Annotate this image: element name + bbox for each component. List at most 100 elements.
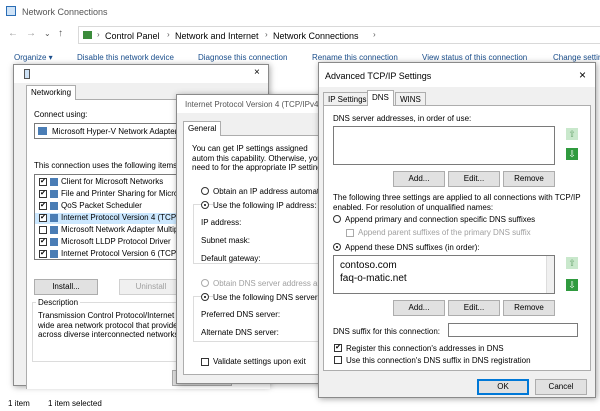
- use-suffix-label[interactable]: Use this connection's DNS suffix in DNS …: [346, 356, 531, 365]
- install-button[interactable]: Install...: [34, 279, 98, 295]
- suffix-scrollbar[interactable]: [546, 256, 554, 293]
- append-these-radio[interactable]: [333, 243, 341, 251]
- item-checkbox[interactable]: [39, 250, 47, 258]
- title-bar: Network Connections: [0, 0, 600, 24]
- use-ip-radio[interactable]: [201, 201, 209, 209]
- obtain-dns-radio[interactable]: [201, 279, 209, 287]
- properties-title-bar: ×: [14, 65, 268, 83]
- adapter-icon: [38, 127, 47, 135]
- suffix-down-icon[interactable]: ⇩: [566, 279, 578, 291]
- dns-edit-label: Edit...: [463, 174, 485, 183]
- up-icon[interactable]: ↑: [58, 28, 63, 39]
- append-parent-label[interactable]: Append parent suffixes of the primary DN…: [358, 228, 531, 237]
- item-icon: [50, 202, 58, 210]
- append-these-label[interactable]: Append these DNS suffixes (in order):: [345, 243, 480, 252]
- suffix-remove-label: Remove: [514, 303, 544, 312]
- breadcrumb-sep: ›: [167, 30, 170, 39]
- dns-suffix-label: DNS suffix for this connection:: [333, 327, 441, 336]
- breadcrumb-sep: ›: [97, 30, 100, 39]
- ip-address-label: IP address:: [201, 218, 242, 227]
- view-status-button[interactable]: View status of this connection: [422, 53, 527, 62]
- use-suffix-checkbox[interactable]: [334, 356, 342, 364]
- item-checkbox[interactable]: [39, 202, 47, 210]
- dns-suffix-input[interactable]: [448, 323, 578, 337]
- breadcrumb-network-connections[interactable]: Network Connections: [273, 31, 359, 41]
- diagnose-button[interactable]: Diagnose this connection: [198, 53, 287, 62]
- dns-add-label: Add...: [408, 174, 430, 183]
- item-checkbox[interactable]: [39, 214, 47, 222]
- connect-using-label: Connect using:: [34, 110, 88, 119]
- ipv4-title-bar: Internet Protocol Version 4 (TCP/IPv4: [177, 95, 325, 113]
- append-parent-checkbox[interactable]: [346, 229, 354, 237]
- change-settings-button[interactable]: Change setting: [553, 53, 600, 62]
- close-icon[interactable]: ×: [254, 67, 260, 78]
- cancel-button[interactable]: Cancel: [535, 379, 587, 395]
- item-icon: [50, 190, 58, 198]
- item-checkbox[interactable]: [39, 178, 47, 186]
- tab-ip-settings[interactable]: IP Settings: [323, 92, 372, 106]
- adapter-name: Microsoft Hyper-V Network Adapter #: [52, 127, 185, 136]
- organize-menu[interactable]: Organize ▾: [14, 53, 53, 62]
- disable-device-button[interactable]: Disable this network device: [77, 53, 174, 62]
- item-label: Microsoft LLDP Protocol Driver: [61, 237, 171, 246]
- item-checkbox[interactable]: [39, 238, 47, 246]
- suffix-item[interactable]: contoso.com: [340, 260, 397, 271]
- move-up-icon[interactable]: ⇧: [566, 128, 578, 140]
- item-label: Client for Microsoft Networks: [61, 177, 164, 186]
- register-label[interactable]: Register this connection's addresses in …: [346, 344, 504, 353]
- append-primary-radio[interactable]: [333, 215, 341, 223]
- tab-wins[interactable]: WINS: [395, 92, 426, 106]
- suffix-add-button[interactable]: Add...: [393, 300, 445, 316]
- tab-networking[interactable]: Networking: [26, 85, 77, 100]
- control-panel-icon: [83, 31, 92, 39]
- suffix-up-icon[interactable]: ⇧: [566, 257, 578, 269]
- move-down-icon[interactable]: ⇩: [566, 148, 578, 160]
- forward-icon[interactable]: →: [26, 28, 36, 39]
- validate-label[interactable]: Validate settings upon exit: [213, 357, 306, 366]
- dns-edit-button[interactable]: Edit...: [448, 171, 500, 187]
- status-bar: 1 item 1 item selected: [0, 396, 600, 411]
- close-icon[interactable]: ×: [579, 68, 586, 82]
- recent-dropdown-icon[interactable]: ⌄: [44, 29, 51, 38]
- breadcrumb-control-panel[interactable]: Control Panel: [105, 31, 160, 41]
- resolution-info: The following three settings are applied…: [333, 193, 581, 212]
- obtain-ip-radio[interactable]: [201, 187, 209, 195]
- tab-dns[interactable]: DNS: [367, 90, 394, 106]
- item-checkbox[interactable]: [39, 190, 47, 198]
- register-checkbox[interactable]: [334, 344, 342, 352]
- address-row: ← → ⌄ ↑ › Control Panel › Network and In…: [0, 26, 600, 44]
- tab-general[interactable]: General: [183, 121, 222, 136]
- obtain-dns-label[interactable]: Obtain DNS server address autor: [213, 279, 331, 288]
- dns-servers-list[interactable]: [333, 126, 555, 165]
- adapter-icon: [24, 69, 30, 79]
- item-checkbox[interactable]: [39, 226, 47, 234]
- use-ip-label[interactable]: Use the following IP address:: [213, 201, 319, 210]
- window-title: Network Connections: [22, 7, 108, 17]
- dns-add-button[interactable]: Add...: [393, 171, 445, 187]
- obtain-ip-label[interactable]: Obtain an IP address automatica: [213, 187, 329, 196]
- uninstall-label: Uninstall: [135, 282, 167, 291]
- suffix-edit-button[interactable]: Edit...: [448, 300, 500, 316]
- validate-checkbox[interactable]: [201, 358, 209, 366]
- item-label: Internet Protocol Version 4 (TCP/IP: [61, 213, 186, 222]
- intro-text: You can get IP settings assigned autom t…: [192, 144, 328, 172]
- general-panel: You can get IP settings assigned autom t…: [183, 135, 338, 375]
- dns-suffix-list[interactable]: contoso.com faq-o-matic.net: [333, 255, 555, 294]
- append-primary-label[interactable]: Append primary and connection specific D…: [345, 215, 535, 224]
- ok-button[interactable]: OK: [477, 379, 529, 395]
- description-text: Transmission Control Protocol/Internet P…: [38, 311, 185, 339]
- ipv4-title: Internet Protocol Version 4 (TCP/IPv4: [185, 100, 319, 109]
- install-label: Install...: [52, 282, 80, 291]
- use-dns-radio[interactable]: [201, 293, 209, 301]
- suffix-item[interactable]: faq-o-matic.net: [340, 273, 407, 284]
- breadcrumb-network-internet[interactable]: Network and Internet: [175, 31, 259, 41]
- uninstall-button[interactable]: Uninstall: [119, 279, 183, 295]
- tab-networking-label: Networking: [31, 88, 72, 97]
- back-icon[interactable]: ←: [8, 28, 18, 39]
- rename-button[interactable]: Rename this connection: [312, 53, 398, 62]
- item-icon: [50, 250, 58, 258]
- selection-count: 1 item selected: [48, 399, 102, 408]
- tab-dns-label: DNS: [372, 93, 389, 102]
- dns-remove-button[interactable]: Remove: [503, 171, 555, 187]
- suffix-remove-button[interactable]: Remove: [503, 300, 555, 316]
